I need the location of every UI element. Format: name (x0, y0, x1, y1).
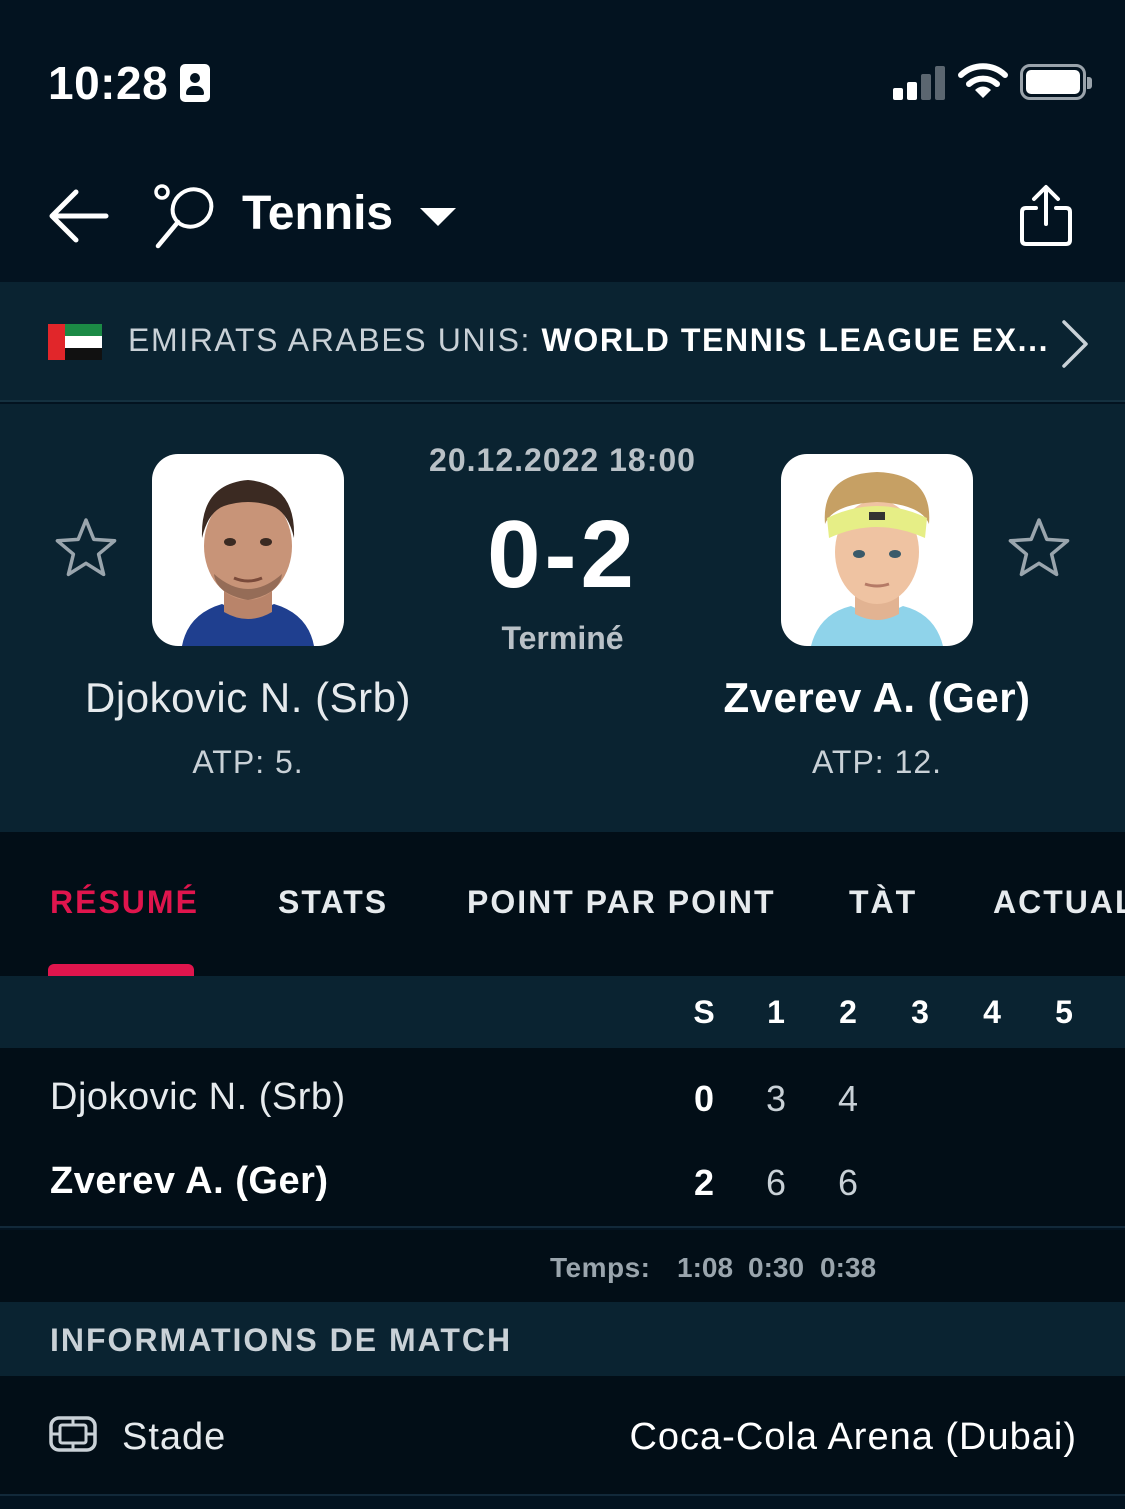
favorite-away-star-icon[interactable] (1007, 516, 1071, 578)
match-detail-screen: 10:28 Tennis EMIRATS ARABES UNIS: WORLD … (0, 0, 1125, 1509)
chevron-right-icon (1062, 320, 1088, 368)
home-player-name[interactable]: Djokovic N. (Srb) (38, 674, 458, 722)
time-total: 1:08 (677, 1252, 734, 1283)
match-info-title: INFORMATIONS DE MATCH (50, 1322, 513, 1358)
uae-flag-icon (48, 324, 102, 360)
sport-title[interactable]: Tennis (242, 186, 393, 241)
tab-tat[interactable]: TÀT (849, 884, 917, 921)
home-set-2: 4 (837, 1078, 859, 1119)
tab-resume[interactable]: RÉSUMÉ (50, 884, 199, 921)
status-bar: 10:28 (0, 0, 1125, 160)
tab-stats[interactable]: STATS (278, 884, 388, 921)
tournament-country: EMIRATS ARABES UNIS: (128, 322, 542, 358)
match-info-header: INFORMATIONS DE MATCH (0, 1302, 1125, 1376)
away-player-avatar[interactable] (781, 454, 973, 646)
app-header: Tennis (0, 160, 1125, 280)
col-set-2: 2 (839, 994, 857, 1030)
tournament-label: EMIRATS ARABES UNIS: WORLD TENNIS LEAGUE… (128, 322, 1049, 359)
col-set-1: 1 (767, 994, 785, 1030)
tournament-name: WORLD TENNIS LEAGUE EX... (541, 322, 1050, 358)
col-sets: S (693, 994, 715, 1030)
scoreboard-header: S 1 2 3 4 5 (0, 976, 1125, 1048)
col-set-3: 3 (911, 994, 929, 1030)
back-arrow-icon[interactable] (44, 184, 114, 248)
active-tab-indicator (48, 964, 194, 976)
home-set-1: 3 (765, 1078, 787, 1119)
home-player-rank: ATP: 5. (192, 744, 304, 780)
time-set-2: 0:38 (820, 1252, 877, 1283)
set-durations: Temps: 1:08 0:30 0:38 (0, 1230, 1125, 1302)
status-time: 10:28 (48, 57, 169, 109)
scoreboard-home-name[interactable]: Djokovic N. (Srb) (50, 1076, 346, 1119)
away-set-2: 6 (837, 1162, 859, 1203)
away-set-1: 6 (765, 1162, 787, 1203)
time-label: Temps: (550, 1252, 651, 1283)
time-set-1: 0:30 (748, 1252, 805, 1283)
tab-actualites[interactable]: ACTUAL (993, 884, 1125, 921)
venue-label: Stade (122, 1416, 227, 1458)
battery-icon (1020, 64, 1092, 100)
wifi-icon (958, 63, 1008, 98)
contact-card-icon (180, 64, 210, 102)
venue-value: Coca-Cola Arena (Dubai) (629, 1416, 1077, 1458)
col-set-4: 4 (983, 994, 1001, 1030)
share-icon[interactable] (1016, 184, 1076, 248)
away-sets-won: 2 (693, 1162, 715, 1203)
tournament-link[interactable]: EMIRATS ARABES UNIS: WORLD TENNIS LEAGUE… (0, 282, 1125, 402)
tab-bar: RÉSUMÉ STATS POINT PAR POINT TÀT ACTUAL (0, 832, 1125, 976)
scoreboard-away-name[interactable]: Zverev A. (Ger) (50, 1160, 329, 1203)
match-header: 20.12.2022 18:00 0-2 Terminé Djokovic N.… (0, 404, 1125, 832)
tennis-racket-icon (154, 184, 214, 249)
dropdown-icon[interactable] (420, 208, 456, 226)
scoreboard-body: Djokovic N. (Srb) 0 3 4 Zverev A. (Ger) … (0, 1048, 1125, 1228)
venue-row: Stade Coca-Cola Arena (Dubai) (0, 1376, 1125, 1496)
home-sets-won: 0 (693, 1078, 715, 1119)
away-player-name[interactable]: Zverev A. (Ger) (667, 674, 1087, 722)
signal-icon (893, 66, 945, 100)
stadium-icon (49, 1416, 97, 1452)
col-set-5: 5 (1055, 994, 1073, 1030)
away-player-rank: ATP: 12. (811, 744, 943, 780)
tab-point-par-point[interactable]: POINT PAR POINT (467, 884, 776, 921)
